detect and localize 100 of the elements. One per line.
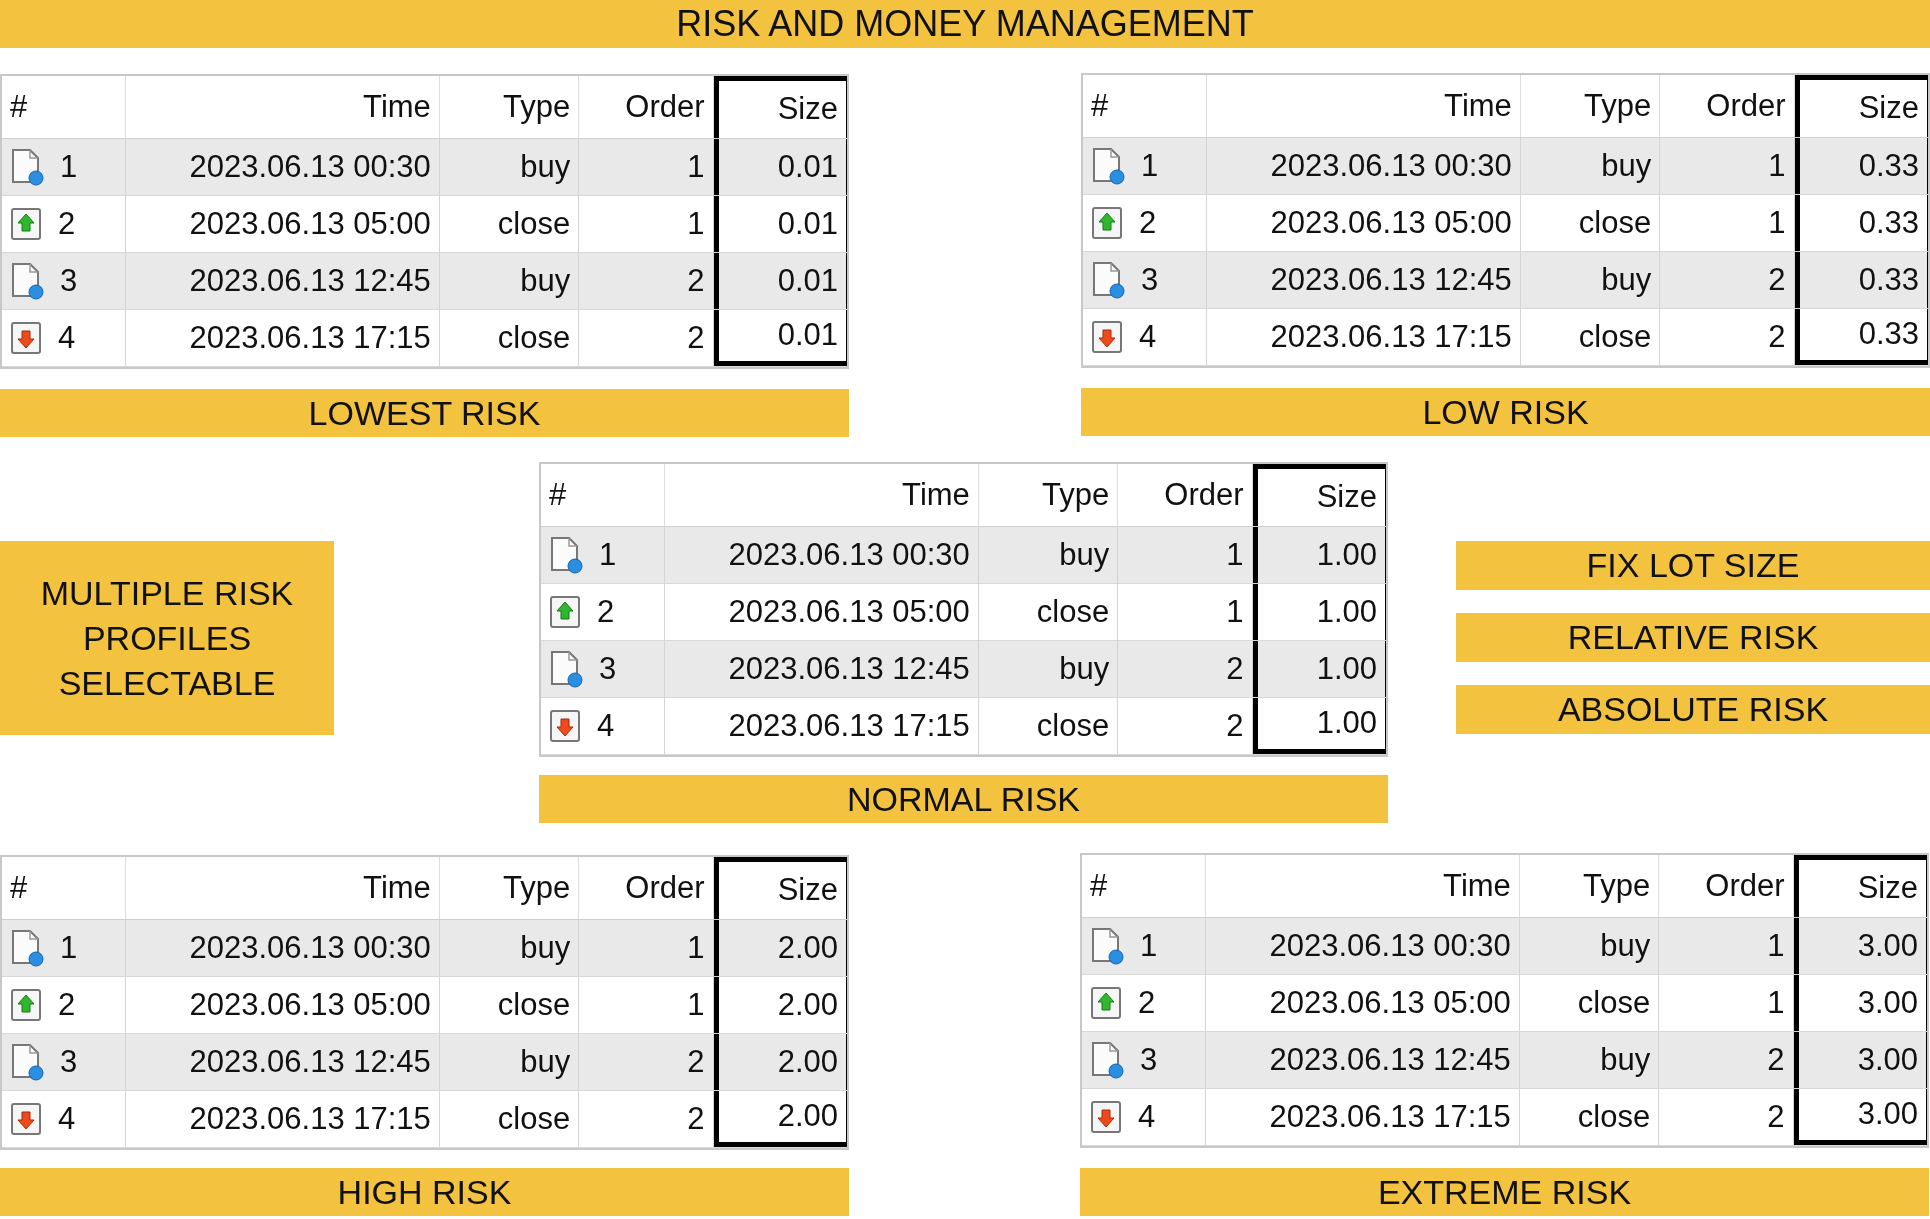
row-number: 2 — [58, 204, 76, 243]
table-cell: 1 — [1660, 195, 1795, 251]
document-icon — [1091, 261, 1125, 299]
table-cell: close — [439, 977, 580, 1033]
column-header[interactable]: # — [1082, 855, 1207, 917]
row-number: 2 — [1138, 983, 1156, 1022]
table-cell: 2023.06.13 12:45 — [126, 1034, 440, 1090]
table-cell: 2 — [579, 310, 714, 366]
column-header[interactable]: Type — [978, 464, 1119, 526]
column-header[interactable]: Time — [126, 857, 440, 919]
table-cell: buy — [1519, 918, 1660, 974]
table-cell: 1 — [579, 139, 714, 195]
table-cell: 2023.06.13 00:30 — [126, 920, 440, 976]
table-cell: 2023.06.13 12:45 — [665, 641, 979, 697]
table-cell: close — [439, 310, 580, 366]
table-cell: 2 — [1118, 698, 1253, 754]
document-icon — [549, 536, 583, 574]
table-cell: close — [978, 698, 1119, 754]
row-number: 4 — [58, 318, 76, 357]
table-cell: 1 — [579, 196, 714, 252]
table-cell: 2023.06.13 05:00 — [126, 977, 440, 1033]
column-header[interactable]: Time — [1207, 75, 1521, 137]
table-cell: buy — [1520, 138, 1661, 194]
table-cell: close — [1520, 309, 1661, 365]
row-number: 3 — [599, 649, 617, 688]
row-number: 1 — [60, 928, 78, 967]
mode-label: FIX LOT SIZE — [1456, 541, 1930, 590]
column-header[interactable]: Time — [126, 76, 440, 138]
risk-label: LOWEST RISK — [0, 389, 849, 437]
table-cell: 2023.06.13 00:30 — [1206, 918, 1520, 974]
row-number: 1 — [1140, 926, 1158, 965]
table-cell: buy — [978, 641, 1119, 697]
column-header[interactable]: # — [1083, 75, 1208, 137]
table-cell: 2023.06.13 12:45 — [1206, 1032, 1520, 1088]
column-header[interactable]: Type — [1520, 75, 1661, 137]
table-cell: 2023.06.13 05:00 — [126, 196, 440, 252]
column-header[interactable]: Type — [439, 76, 580, 138]
column-header[interactable]: Time — [1206, 855, 1520, 917]
table-cell: close — [439, 1091, 580, 1147]
table-cell: 1 — [1118, 527, 1253, 583]
row-number: 4 — [1138, 1097, 1156, 1136]
row-number: 4 — [58, 1099, 76, 1138]
risk-label: NORMAL RISK — [539, 775, 1388, 823]
column-header[interactable]: Type — [439, 857, 580, 919]
table-cell: 2023.06.13 00:30 — [665, 527, 979, 583]
table-cell: 0.01 — [713, 310, 847, 366]
table-cell: 2 — [1118, 641, 1253, 697]
table-cell: 0.33 — [1794, 309, 1928, 365]
row-number: 4 — [597, 706, 615, 745]
row-number: 2 — [58, 985, 76, 1024]
document-icon — [10, 929, 44, 967]
table-cell: 2023.06.13 17:15 — [665, 698, 979, 754]
row-number: 1 — [60, 147, 78, 186]
document-icon — [10, 262, 44, 300]
table-cell: 1 — [1660, 138, 1795, 194]
table-cell: 2 — [579, 1091, 714, 1147]
table-cell: close — [1519, 975, 1660, 1031]
table-cell: 2023.06.13 00:30 — [1207, 138, 1521, 194]
mode-label: ABSOLUTE RISK — [1456, 685, 1930, 734]
table-cell: 2 — [579, 1034, 714, 1090]
table-cell: 2023.06.13 17:15 — [1207, 309, 1521, 365]
row-number: 3 — [60, 261, 78, 300]
risk-label: HIGH RISK — [0, 1168, 849, 1216]
document-icon — [10, 1043, 44, 1081]
column-header[interactable]: Order — [1659, 855, 1794, 917]
table-cell: close — [978, 584, 1119, 640]
mode-label: RELATIVE RISK — [1456, 613, 1930, 662]
row-number: 1 — [599, 535, 617, 574]
table-cell: close — [1519, 1089, 1660, 1145]
table-cell: 2023.06.13 17:15 — [126, 1091, 440, 1147]
table-cell: 1 — [579, 920, 714, 976]
document-icon — [10, 148, 44, 186]
table-cell: 1 — [579, 977, 714, 1033]
column-header[interactable]: Order — [579, 76, 714, 138]
column-header[interactable]: Order — [579, 857, 714, 919]
row-number: 4 — [1139, 317, 1157, 356]
column-header[interactable]: Order — [1118, 464, 1253, 526]
table-cell: buy — [439, 920, 580, 976]
document-icon — [1090, 927, 1124, 965]
table-cell: 2023.06.13 00:30 — [126, 139, 440, 195]
column-header[interactable]: Type — [1519, 855, 1660, 917]
table-cell: 1 — [1659, 975, 1794, 1031]
table-cell: buy — [439, 1034, 580, 1090]
table-cell: 1 — [1659, 918, 1794, 974]
row-number: 1 — [1141, 146, 1159, 185]
column-header[interactable]: # — [541, 464, 666, 526]
column-header[interactable]: # — [2, 857, 127, 919]
risk-label: EXTREME RISK — [1080, 1168, 1929, 1216]
row-number: 3 — [60, 1042, 78, 1081]
table-cell: 2023.06.13 12:45 — [1207, 252, 1521, 308]
table-cell: buy — [1519, 1032, 1660, 1088]
column-header[interactable]: # — [2, 76, 127, 138]
column-header[interactable]: Order — [1660, 75, 1795, 137]
column-header[interactable]: Time — [665, 464, 979, 526]
table-cell: 2.00 — [713, 1091, 847, 1147]
row-number: 2 — [1139, 203, 1157, 242]
side-note: MULTIPLE RISK PROFILES SELECTABLE — [0, 541, 334, 735]
table-cell: 2023.06.13 17:15 — [126, 310, 440, 366]
table-cell: 2 — [1660, 252, 1795, 308]
document-icon — [1091, 147, 1125, 185]
